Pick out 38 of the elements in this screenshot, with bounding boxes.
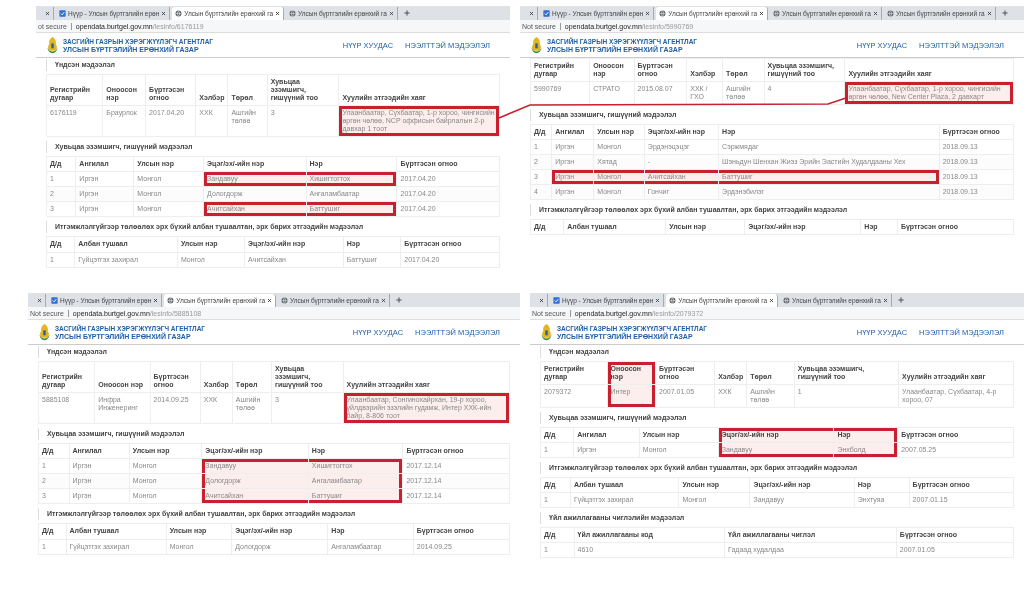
checkbox-icon [543, 9, 550, 17]
close-icon[interactable] [872, 10, 878, 16]
close-icon[interactable] [645, 10, 651, 16]
globe-icon [175, 9, 183, 17]
checkbox-icon [59, 9, 66, 17]
close-icon[interactable] [267, 297, 273, 303]
globe-icon [281, 296, 289, 304]
close-icon[interactable] [529, 10, 534, 16]
emblem-icon [540, 323, 553, 341]
close-icon[interactable] [769, 297, 775, 303]
globe-icon [773, 9, 781, 17]
emblem-icon [46, 36, 59, 54]
close-icon[interactable] [161, 10, 167, 16]
globe-icon [167, 296, 175, 304]
close-icon[interactable] [539, 297, 544, 303]
close-icon[interactable] [882, 297, 888, 303]
checkbox-icon [51, 296, 58, 304]
emblem-icon [38, 323, 51, 341]
close-icon[interactable] [153, 297, 159, 303]
close-icon[interactable] [655, 297, 661, 303]
globe-icon [669, 296, 677, 304]
close-icon[interactable] [759, 10, 765, 16]
close-icon[interactable] [380, 297, 386, 303]
new-tab-icon[interactable] [897, 297, 904, 303]
new-tab-icon[interactable] [403, 10, 410, 16]
globe-icon [783, 296, 791, 304]
globe-icon [289, 9, 297, 17]
new-tab-icon[interactable] [1001, 10, 1008, 16]
close-icon[interactable] [45, 10, 50, 16]
globe-icon [886, 9, 894, 17]
new-tab-icon[interactable] [395, 297, 402, 303]
close-icon[interactable] [986, 10, 992, 16]
checkbox-icon [553, 296, 560, 304]
close-icon[interactable] [37, 297, 42, 303]
close-icon[interactable] [388, 10, 394, 16]
globe-icon [659, 9, 667, 17]
emblem-icon [530, 36, 543, 54]
close-icon[interactable] [275, 10, 281, 16]
